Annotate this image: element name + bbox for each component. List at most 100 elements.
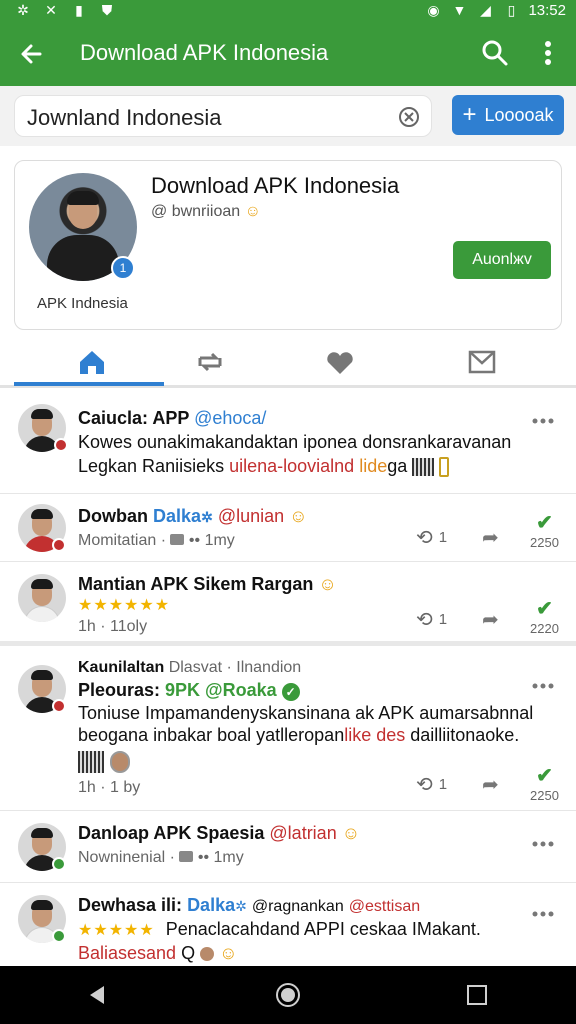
verified-check-icon: ✓	[281, 683, 300, 701]
more-horiz-icon[interactable]	[532, 839, 554, 849]
status-time: 13:52	[528, 1, 566, 19]
post-author: Caiucla: APP	[78, 408, 190, 428]
post-avatar[interactable]	[18, 574, 66, 622]
post-item[interactable]: Dowban Dalka✲ @lunian ☺ Momitatian · •• …	[0, 494, 576, 562]
post-author: Kaunilaltan	[78, 659, 165, 676]
more-vert-icon[interactable]	[534, 36, 562, 70]
gear-icon: ✲	[201, 509, 213, 525]
repost-action[interactable]: ⟲ 1	[416, 522, 447, 552]
portrait-image-icon	[110, 751, 130, 773]
repost-count: 1	[438, 610, 448, 628]
tab-like-icon[interactable]	[320, 344, 360, 380]
search-icon[interactable]	[478, 36, 512, 70]
search-input[interactable]: Jownland Indonesia	[14, 95, 432, 137]
like-action[interactable]: ✔ 2220	[530, 596, 559, 636]
post-link[interactable]: uilena-loovialnd	[229, 456, 354, 476]
repost-icon: ⟲	[416, 773, 433, 796]
post-tag[interactable]: Dalka	[153, 506, 201, 526]
more-horiz-icon[interactable]	[532, 909, 554, 919]
nav-recents-icon[interactable]	[464, 982, 490, 1008]
like-count: 2220	[530, 621, 559, 636]
tab-home-icon[interactable]	[72, 344, 112, 380]
repost-icon: ⟲	[416, 608, 433, 631]
tab-active-indicator	[14, 382, 164, 386]
signal-icon: ◢	[480, 1, 491, 18]
post-meta: 1h · 1 by	[78, 779, 141, 796]
system-nav-bar	[0, 966, 576, 1024]
check-icon: ✔	[536, 765, 553, 787]
rating-stars: ★★★★★★	[78, 597, 171, 614]
post-link[interactable]: lide	[359, 456, 387, 476]
settings-icon: ✲	[17, 1, 29, 18]
post-text-line: Toniuse Impamandenyskansinana ak APK aum…	[78, 703, 534, 723]
nav-home-icon[interactable]	[275, 982, 301, 1008]
location-icon: ◉	[427, 1, 440, 18]
post-item[interactable]: Danloap APK Spaesia @latrian ☺ Nownineni…	[0, 811, 576, 883]
post-tag[interactable]: Dalka	[187, 895, 235, 915]
sync-icon: ✕	[45, 1, 57, 18]
post-link[interactable]: Baliasesand	[78, 943, 176, 963]
repost-icon: ⟲	[416, 526, 433, 549]
app-bar: Download APK Indonesia	[0, 22, 576, 86]
post-author: Danloap APK Spaesia	[78, 823, 265, 843]
post-item[interactable]: Caiucla: APP @ehoca/ Kowes ounakimakanda…	[0, 392, 576, 494]
more-horiz-icon[interactable]	[532, 681, 554, 691]
follow-button-label: Looooak	[484, 104, 554, 125]
badge-icon	[52, 538, 66, 552]
app-title: Download APK Indonesia	[80, 40, 329, 65]
like-action[interactable]: ✔ 2250	[530, 510, 559, 550]
tab-repost-icon[interactable]	[190, 344, 230, 380]
like-count: 2250	[530, 535, 559, 550]
post-author: Dowban	[78, 506, 148, 526]
phone-image-icon	[439, 457, 450, 478]
post-item[interactable]: Mantian APK Sikem Rargan ☺ ★★★★★★ 1h · 1…	[0, 562, 576, 646]
share-action[interactable]: ➦	[482, 769, 499, 799]
wifi-icon: ▼	[452, 2, 467, 18]
like-action[interactable]: ✔ 2250	[530, 763, 559, 803]
smile-emoji-icon: ☺	[219, 943, 238, 963]
shield-icon: ⛊	[101, 1, 113, 18]
badge-icon	[52, 699, 66, 713]
follow-button[interactable]: + Looooak	[452, 95, 564, 135]
post-author: Dewhasa ili:	[78, 895, 183, 915]
repost-action[interactable]: ⟲ 1	[416, 604, 447, 634]
badge-icon	[52, 857, 66, 871]
share-action[interactable]: ➦	[482, 522, 499, 552]
back-arrow-icon[interactable]	[16, 36, 52, 72]
share-action[interactable]: ➦	[482, 604, 499, 634]
badge-icon	[52, 929, 66, 943]
post-mention[interactable]: @ragnankan	[252, 898, 344, 915]
profile-follow-button[interactable]: Auonlжv	[453, 241, 551, 279]
share-icon: ➦	[482, 773, 499, 796]
repost-action[interactable]: ⟲ 1	[416, 769, 447, 799]
repost-count: 1	[438, 775, 448, 793]
image-icon	[179, 851, 194, 862]
post-mention[interactable]: 9PK @Roaka	[165, 680, 277, 700]
share-icon: ➦	[482, 608, 499, 631]
post-item[interactable]: Dewhasa ili: Dalka✲ @ragnankan @esttisan…	[0, 883, 576, 966]
post-subtitle: Dlasvat · Ilnandion	[168, 659, 302, 676]
tab-messages-icon[interactable]	[462, 344, 502, 380]
post-tag-red[interactable]: @esttisan	[349, 898, 420, 915]
smile-emoji-icon: ☺	[289, 506, 308, 526]
rating-stars: ★★★★★	[78, 922, 155, 939]
post-mention[interactable]: @lunian	[218, 506, 284, 526]
plus-icon: +	[462, 101, 477, 128]
nav-back-icon[interactable]	[84, 982, 110, 1008]
post-mention[interactable]: @latrian	[269, 823, 336, 843]
post-text: Legkan Raniisieks	[78, 456, 230, 476]
post-item[interactable]: Kaunilaltan Dlasvat · Ilnandion Pleouras…	[0, 651, 576, 811]
post-handle[interactable]: @ehoca/	[194, 408, 266, 428]
post-link[interactable]: like des	[344, 725, 405, 745]
clear-icon[interactable]	[397, 105, 421, 129]
smile-emoji-icon: ☺	[341, 823, 361, 843]
status-bar: ✲ ✕ ▮ ⛊ ◉ ▼ ◢ ▯ 13:52	[0, 0, 576, 22]
post-meta: 1h · 11oly	[78, 618, 148, 635]
battery-icon: ▯	[507, 1, 516, 18]
tab-bar	[0, 336, 576, 388]
more-horiz-icon[interactable]	[532, 416, 554, 426]
smile-emoji-icon: ☺	[244, 203, 261, 220]
qr-image-icon	[412, 458, 435, 477]
portrait-image-icon	[200, 947, 215, 962]
post-text-line: Kowes ounakimakandaktan iponea donsranka…	[78, 432, 512, 452]
